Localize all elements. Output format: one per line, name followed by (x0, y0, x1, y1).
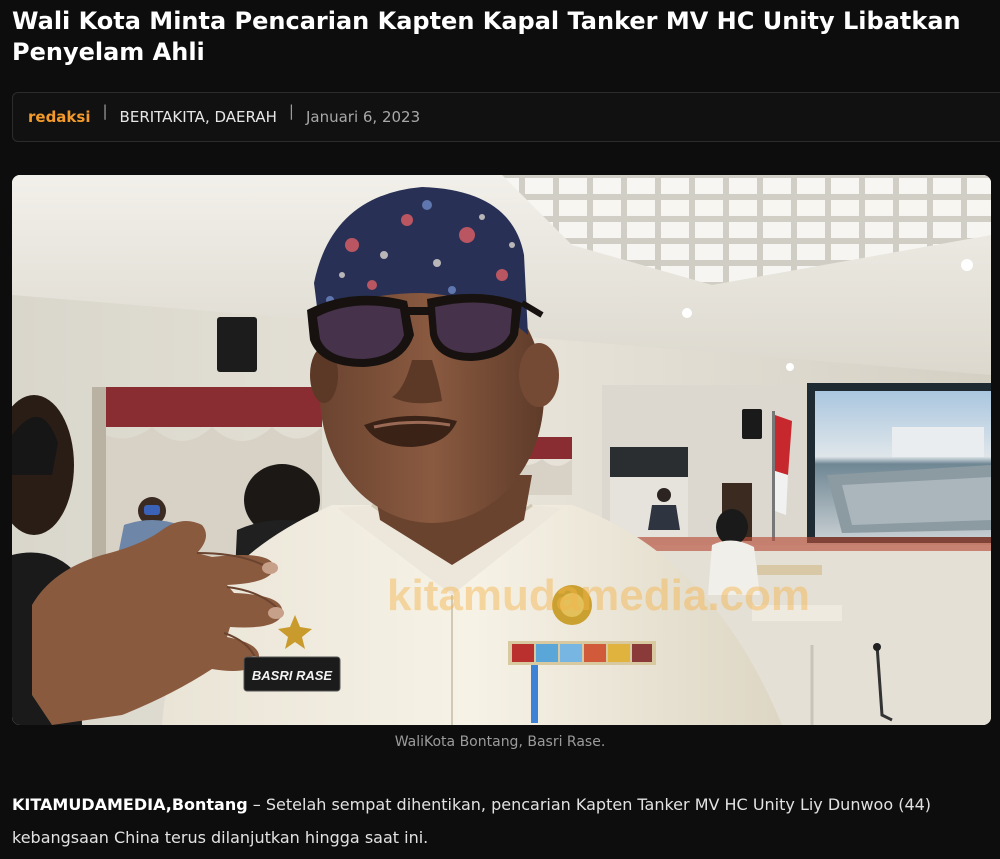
photo-caption: WaliKota Bontang, Basri Rase. (394, 734, 606, 750)
category-link-beritakita[interactable]: BERITAKITA (120, 108, 205, 126)
name-tag-text: BASRI RASE (252, 668, 333, 683)
dateline: KITAMUDAMEDIA,Bontang (12, 795, 248, 814)
meta-divider: | (102, 102, 108, 120)
article-title: Wali Kota Minta Pencarian Kapten Kapal T… (12, 7, 961, 66)
meta-divider: | (288, 102, 294, 120)
author-link[interactable]: redaksi (28, 108, 90, 126)
category-separator: , (204, 108, 215, 126)
article-lead-paragraph: KITAMUDAMEDIA,Bontang – Setelah sempat d… (12, 788, 952, 854)
category-list: BERITAKITA, DAERAH (120, 108, 277, 126)
article-meta-bar: redaksi | BERITAKITA, DAERAH | Januari 6… (12, 92, 1000, 142)
article-photo: BASRI RASE kitamudamedia.com (12, 175, 991, 725)
category-link-daerah[interactable]: DAERAH (215, 108, 277, 126)
publish-date: Januari 6, 2023 (305, 108, 421, 126)
photo-watermark: kitamudamedia.com (387, 571, 810, 620)
